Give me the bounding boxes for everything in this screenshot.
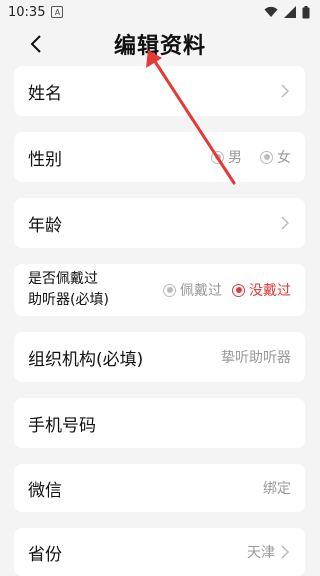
gender-male-radio[interactable]: 男 xyxy=(211,147,242,167)
hearing-aid-label: 是否佩戴过 助听器(必填) xyxy=(28,269,163,311)
chevron-left-icon xyxy=(30,35,41,53)
province-value: 天津 xyxy=(247,545,275,561)
battery-icon xyxy=(302,5,310,18)
hearing-aid-radio-group: 佩戴过 没戴过 xyxy=(163,280,291,300)
chevron-right-icon xyxy=(281,84,291,98)
radio-icon xyxy=(163,283,176,297)
status-bar: 10:35 A xyxy=(0,0,320,24)
gender-male-label: 男 xyxy=(228,150,242,166)
organization-row[interactable]: 组织机构(必填) 挚听助听器 xyxy=(14,332,305,382)
organization-value: 挚听助听器 xyxy=(221,350,291,366)
radio-selected-icon xyxy=(232,283,245,297)
back-button[interactable] xyxy=(24,32,48,56)
hearing-aid-label-line1: 是否佩戴过 xyxy=(28,271,98,287)
status-time: 10:35 xyxy=(8,4,46,20)
hearing-aid-label-line2: 助听器(必填) xyxy=(28,292,109,308)
wechat-label: 微信 xyxy=(28,480,62,501)
province-row[interactable]: 省份 天津 xyxy=(14,528,305,576)
province-label: 省份 xyxy=(28,544,62,565)
signal-icon xyxy=(284,6,296,18)
app-notification-icon: A xyxy=(51,6,64,18)
radio-icon xyxy=(260,150,273,164)
organization-label: 组织机构(必填) xyxy=(28,349,144,370)
header-bar: 编辑资料 xyxy=(0,24,320,64)
chevron-right-icon xyxy=(281,216,291,230)
hearing-aid-row: 是否佩戴过 助听器(必填) 佩戴过 没戴过 xyxy=(14,264,305,316)
page-title: 编辑资料 xyxy=(113,34,206,59)
gender-female-radio[interactable]: 女 xyxy=(260,147,291,167)
gender-label: 性别 xyxy=(28,149,62,170)
name-label: 姓名 xyxy=(28,83,62,104)
hearing-aid-no-label: 没戴过 xyxy=(249,283,291,299)
name-row[interactable]: 姓名 xyxy=(14,66,305,116)
hearing-aid-no-radio[interactable]: 没戴过 xyxy=(232,280,291,300)
age-row[interactable]: 年龄 xyxy=(14,198,305,248)
phone-row[interactable]: 手机号码 xyxy=(14,398,305,448)
phone-label: 手机号码 xyxy=(28,415,96,436)
age-label: 年龄 xyxy=(28,215,62,236)
wechat-row[interactable]: 微信 绑定 xyxy=(14,464,305,512)
radio-icon xyxy=(211,150,224,164)
gender-radio-group: 男 女 xyxy=(193,147,291,167)
wifi-icon xyxy=(264,6,278,17)
hearing-aid-yes-radio[interactable]: 佩戴过 xyxy=(163,280,222,300)
hearing-aid-yes-label: 佩戴过 xyxy=(180,283,222,299)
gender-female-label: 女 xyxy=(277,150,291,166)
gender-row: 性别 男 女 xyxy=(14,132,305,182)
chevron-right-icon xyxy=(281,545,291,559)
wechat-bind-value: 绑定 xyxy=(263,481,291,497)
